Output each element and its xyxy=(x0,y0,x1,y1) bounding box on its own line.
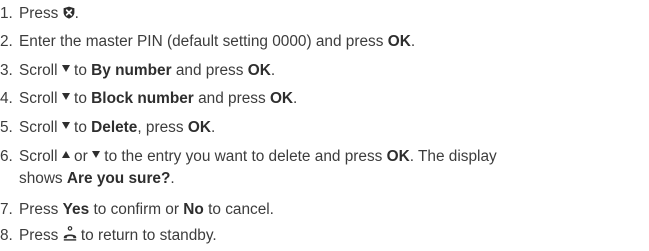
step-text: Press Yes to confirm or No to cancel. xyxy=(19,201,274,218)
scroll-down-icon xyxy=(61,122,70,130)
block-shield-icon xyxy=(63,1,75,26)
press-text: Press xyxy=(19,5,59,22)
step-number: 2. xyxy=(0,33,13,50)
step-text: Scroll to Delete, press OK. xyxy=(19,119,216,136)
step-6: 6. Scroll or to the entry you want to de… xyxy=(0,144,649,194)
scroll-down-icon xyxy=(92,151,101,159)
menu-option: Delete xyxy=(91,119,138,136)
menu-option: Block number xyxy=(91,90,194,107)
step-text: Enter the master PIN (default setting 00… xyxy=(19,33,416,50)
step-text-continued: shows Are you sure?. xyxy=(19,170,175,187)
ok-key-label: OK xyxy=(247,62,271,79)
step-text: Press to return to standby. xyxy=(19,223,644,248)
ok-key-label: OK xyxy=(269,90,294,107)
step-number: 8. xyxy=(0,227,13,244)
ok-key-label: OK xyxy=(387,33,411,50)
step-text: Press . xyxy=(19,1,644,26)
ok-key-label: OK xyxy=(386,148,410,165)
step-number: 7. xyxy=(0,201,13,218)
step-number: 4. xyxy=(0,90,13,107)
step-text: Scroll to Block number and press OK. xyxy=(19,90,298,107)
step-number: 5. xyxy=(0,119,13,136)
scroll-down-icon xyxy=(61,93,70,101)
ok-key-label: OK xyxy=(187,119,211,136)
scroll-down-icon xyxy=(61,65,70,73)
yes-option: Yes xyxy=(62,201,90,218)
step-number: 1. xyxy=(0,5,13,22)
step-text: Scroll to By number and press OK. xyxy=(19,62,276,79)
step-number: 6. xyxy=(0,148,13,165)
handset-end-icon xyxy=(63,223,77,248)
no-option: No xyxy=(183,201,204,218)
step-number: 3. xyxy=(0,62,13,79)
menu-option: By number xyxy=(91,62,172,79)
scroll-up-icon xyxy=(61,151,70,159)
display-message: Are you sure? xyxy=(66,170,171,187)
